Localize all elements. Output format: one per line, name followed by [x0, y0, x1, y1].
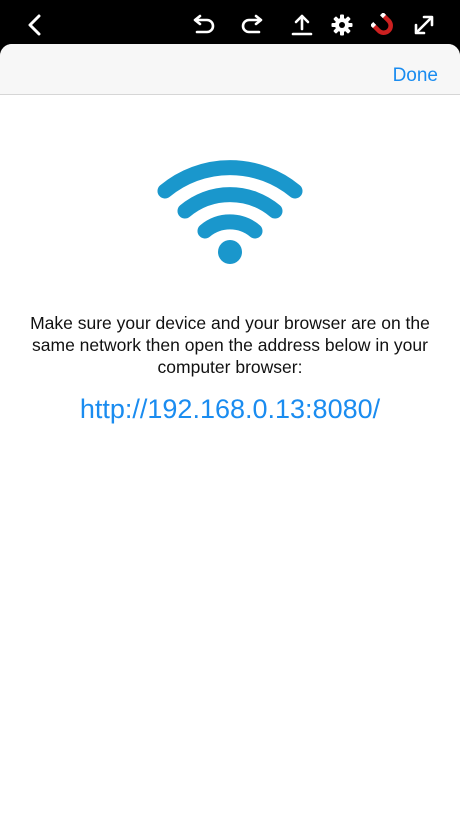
undo-icon: [193, 14, 215, 34]
fullscreen-button[interactable]: [407, 8, 441, 42]
upload-button[interactable]: [285, 8, 319, 42]
redo-icon: [241, 14, 263, 34]
wifi-icon: [150, 149, 310, 269]
fullscreen-icon: [414, 15, 434, 35]
wifi-transfer-sheet: Done Make sure your device and your brow…: [0, 44, 460, 818]
instructions-text: Make sure your device and your browser a…: [30, 313, 430, 377]
settings-button[interactable]: [325, 8, 359, 42]
magnet-icon: [371, 13, 393, 35]
upload-icon: [291, 14, 313, 36]
screen: Done Make sure your device and your brow…: [0, 0, 460, 818]
redo-button[interactable]: [236, 8, 270, 42]
undo-button[interactable]: [186, 8, 220, 42]
top-toolbar: [0, 0, 460, 48]
magnet-button[interactable]: [366, 8, 400, 42]
server-address-link[interactable]: http://192.168.0.13:8080/: [0, 392, 460, 426]
sheet-header: Done: [0, 44, 460, 95]
done-button[interactable]: Done: [393, 64, 438, 88]
back-icon: [28, 14, 41, 36]
back-button[interactable]: [18, 8, 52, 42]
gear-icon: [331, 14, 353, 36]
